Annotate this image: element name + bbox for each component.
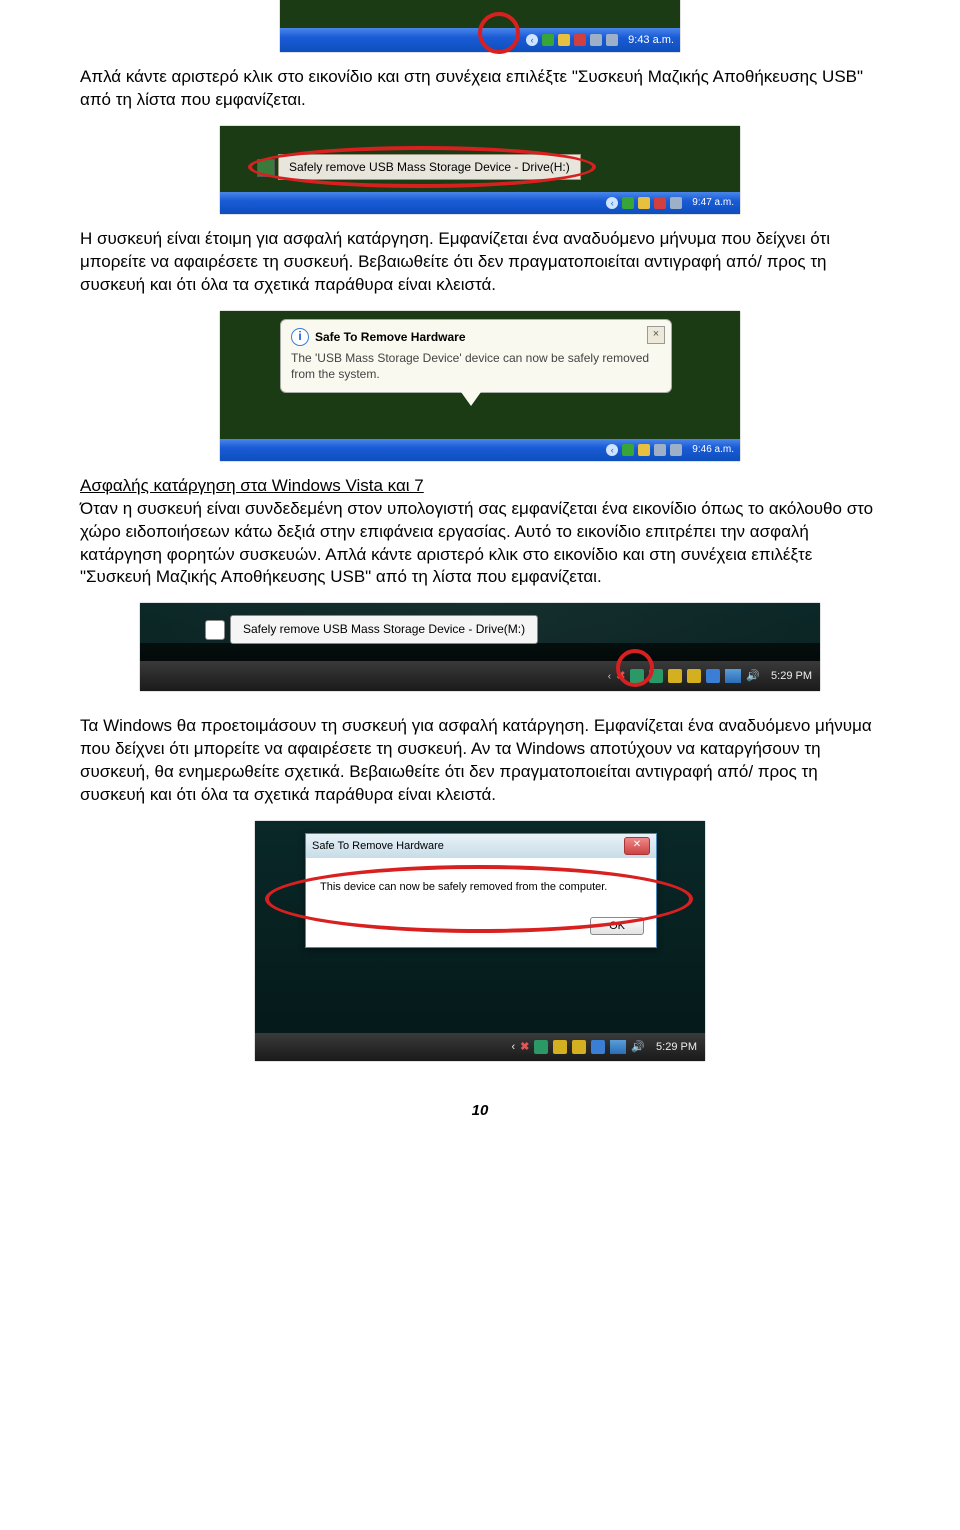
close-icon[interactable]: ✕	[624, 837, 650, 855]
tray-icon	[706, 669, 720, 683]
error-icon: ✖	[520, 1040, 529, 1055]
safely-remove-icon[interactable]	[622, 444, 634, 456]
clock: 5:29 PM	[771, 669, 812, 684]
paragraph: Η συσκευή είναι έτοιμη για ασφαλή κατάργ…	[80, 228, 880, 297]
tray-icon	[590, 34, 602, 46]
xp-taskbar: ‹ 9:43 a.m.	[280, 28, 680, 52]
xp-taskbar: ‹ 9:47 a.m.	[220, 192, 740, 214]
tray-icon	[670, 444, 682, 456]
volume-icon: 🔊	[746, 669, 760, 684]
tray-icon	[572, 1040, 586, 1054]
chevron-left-icon: ‹	[526, 34, 538, 46]
vista-taskbar: ‹ ✖ 🔊 5:29 PM	[140, 661, 820, 691]
safely-remove-icon[interactable]	[542, 34, 554, 46]
info-icon: i	[291, 328, 309, 346]
clock: 9:46 a.m.	[692, 443, 734, 457]
balloon-body: The 'USB Mass Storage Device' device can…	[291, 350, 661, 382]
page-number: 10	[80, 1101, 880, 1121]
section-heading: Ασφαλής κατάργηση στα Windows Vista και …	[80, 475, 880, 590]
paragraph: Απλά κάντε αριστερό κλικ στο εικονίδιο κ…	[80, 66, 880, 112]
xp-taskbar: ‹ 9:46 a.m.	[220, 439, 740, 461]
paragraph: Όταν η συσκευή είναι συνδεδεμένη στον υπ…	[80, 499, 873, 587]
clock: 9:43 a.m.	[628, 33, 674, 48]
tray-icon	[558, 34, 570, 46]
error-icon: ✖	[616, 669, 625, 684]
screenshot-vista-menu: Safely remove USB Mass Storage Device - …	[140, 603, 820, 691]
tray-icon	[553, 1040, 567, 1054]
dialog-title: Safe To Remove Hardware	[312, 839, 444, 854]
tray-icon	[654, 444, 666, 456]
network-icon	[610, 1040, 626, 1054]
screenshot-xp-tray-1: ‹ 9:43 a.m.	[280, 0, 680, 52]
chevron-left-icon: ‹	[511, 1040, 515, 1055]
annotation-oval	[265, 865, 693, 933]
clock: 5:29 PM	[656, 1040, 697, 1055]
screenshot-vista-dialog: Safe To Remove Hardware ✕ This device ca…	[255, 821, 705, 1061]
safely-remove-icon[interactable]	[630, 669, 644, 683]
safely-remove-icon[interactable]	[622, 197, 634, 209]
screenshot-xp-menu: Safely remove USB Mass Storage Device - …	[220, 126, 740, 214]
chevron-left-icon: ‹	[608, 670, 611, 684]
tray-icon	[654, 197, 666, 209]
tray-icon	[649, 669, 663, 683]
chevron-left-icon: ‹	[606, 444, 618, 456]
balloon-title: Safe To Remove Hardware	[315, 329, 466, 345]
vista-taskbar: ‹ ✖ 🔊 5:29 PM	[255, 1033, 705, 1061]
tray-icon	[591, 1040, 605, 1054]
clock: 9:47 a.m.	[692, 196, 734, 210]
close-icon[interactable]: ×	[647, 326, 665, 344]
tray-icon	[638, 444, 650, 456]
heading-text: Ασφαλής κατάργηση στα Windows Vista και …	[80, 476, 424, 495]
paragraph: Τα Windows θα προετοιμάσουν τη συσκευή γ…	[80, 715, 880, 807]
screenshot-xp-balloon: × i Safe To Remove Hardware The 'USB Mas…	[220, 311, 740, 461]
annotation-oval	[248, 146, 596, 188]
tray-icon	[574, 34, 586, 46]
tray-icon	[638, 197, 650, 209]
safely-remove-menu-item[interactable]: Safely remove USB Mass Storage Device - …	[230, 615, 538, 643]
tray-icon	[606, 34, 618, 46]
balloon-tooltip: × i Safe To Remove Hardware The 'USB Mas…	[280, 319, 672, 393]
tray-icon	[670, 197, 682, 209]
volume-icon: 🔊	[631, 1040, 645, 1055]
tray-icon	[687, 669, 701, 683]
safely-remove-icon[interactable]	[534, 1040, 548, 1054]
chevron-left-icon: ‹	[606, 197, 618, 209]
network-icon	[725, 669, 741, 683]
tray-icon	[668, 669, 682, 683]
